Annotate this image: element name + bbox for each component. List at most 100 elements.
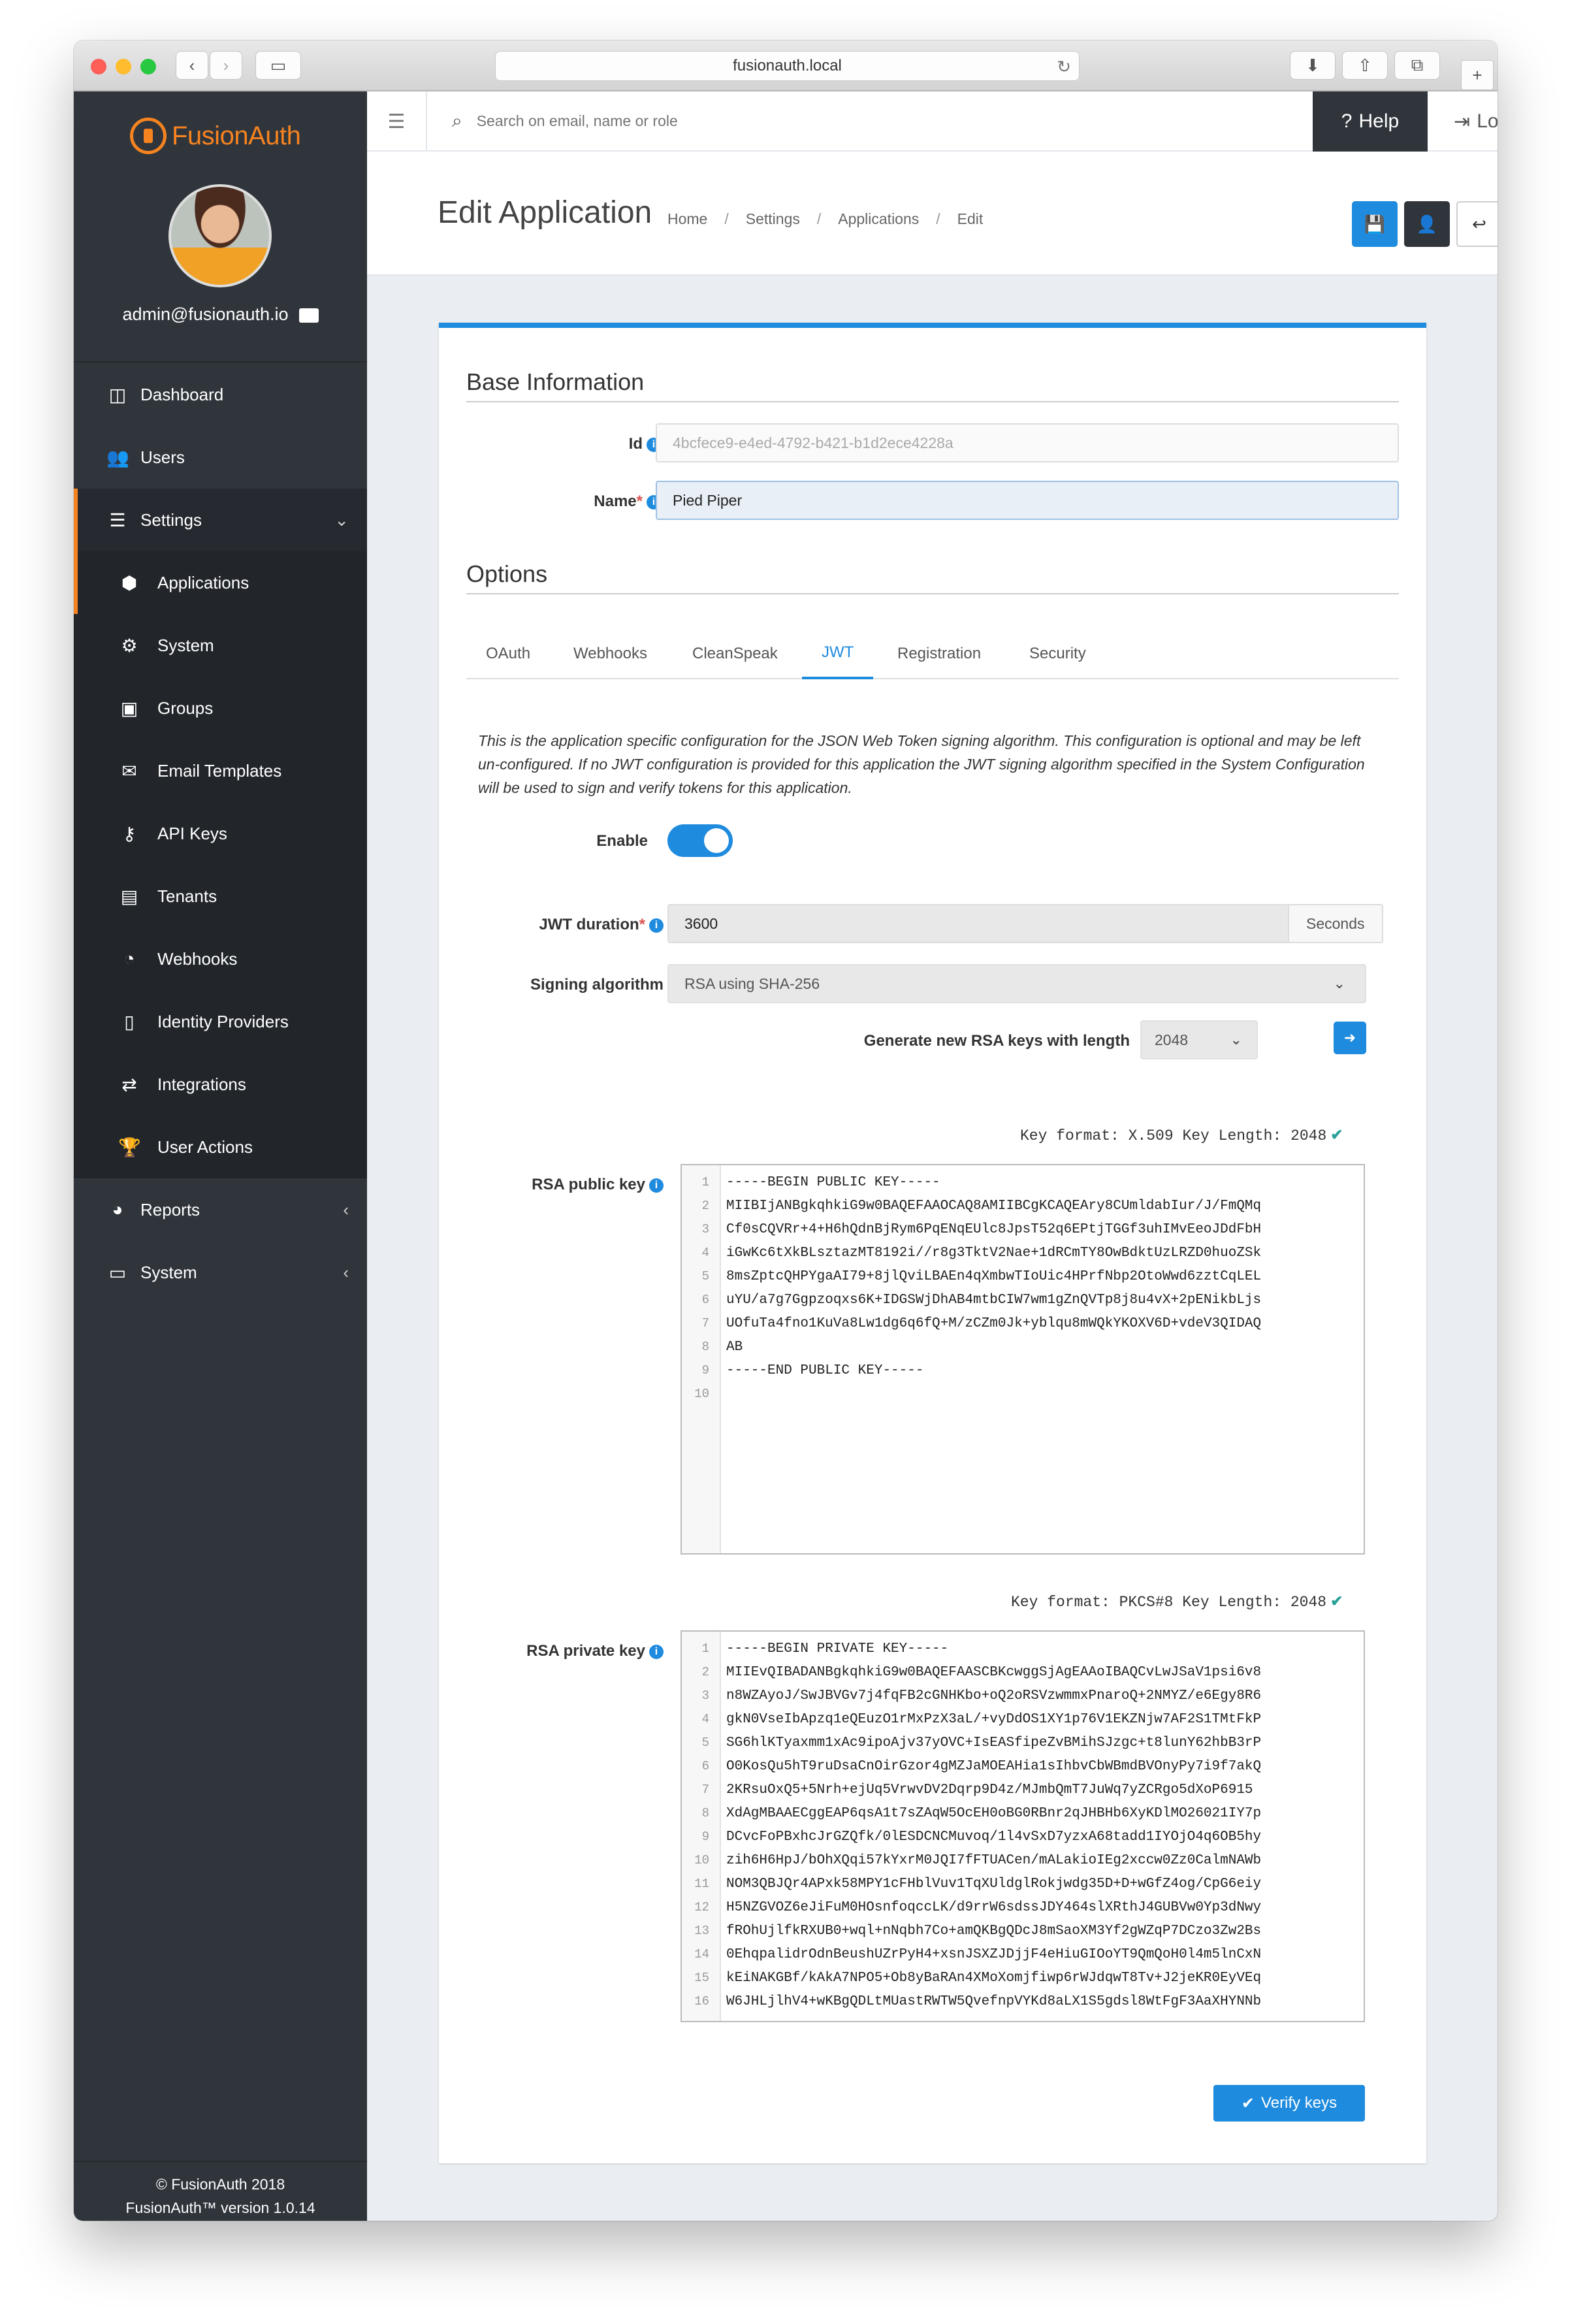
sidebar-item-label: User Actions bbox=[157, 1137, 253, 1157]
reload-icon[interactable]: ↻ bbox=[1057, 57, 1071, 77]
fusionauth-logo-icon bbox=[130, 118, 167, 154]
info-icon[interactable]: i bbox=[649, 918, 664, 933]
sidebar-item-settings[interactable]: ☰ Settings ⌄ bbox=[74, 489, 367, 551]
share-icon: ⇧ bbox=[1358, 55, 1372, 75]
forward-button[interactable]: › bbox=[210, 51, 242, 80]
generate-keys-label: Generate new RSA keys with length bbox=[863, 1032, 1130, 1050]
public-key-editor[interactable]: 1 -----BEGIN PUBLIC KEY----- 2 MIIBIjANBgkq… bbox=[681, 1164, 1365, 1555]
name-label: Name* i bbox=[530, 492, 661, 511]
signing-algorithm-select[interactable]: RSA using SHA-256 ⌄ bbox=[667, 964, 1366, 1003]
code-line: 5 SG6hlKTyaxmm1xAc9ipoAjv37yOVC+IsEASfipe… bbox=[682, 1731, 1364, 1754]
minimize-window-button[interactable] bbox=[116, 59, 131, 74]
sidebar-item-label: Email Templates bbox=[157, 760, 282, 781]
question-circle-icon: ? bbox=[1341, 110, 1353, 132]
name-field[interactable] bbox=[656, 481, 1399, 520]
info-icon[interactable]: i bbox=[649, 1644, 664, 1659]
downloads-button[interactable]: ⬇ bbox=[1290, 51, 1336, 80]
save-icon: 💾 bbox=[1364, 214, 1386, 234]
code-line: 9 -----END PUBLIC KEY----- bbox=[682, 1359, 1364, 1382]
code-line: 4 iGwKc6tXkBLsztazMT8192i//r8g3TktV2Nae+1… bbox=[682, 1241, 1364, 1265]
sidebar-item-tenants[interactable]: ▤ Tenants bbox=[74, 865, 367, 928]
sidebar-item-reports[interactable]: ◕ Reports ‹ bbox=[74, 1178, 367, 1241]
page-title: Edit Application bbox=[438, 195, 652, 230]
code-line: 7 2KRsuOxQ5+5Nrh+ejUq5VrwvDV2Dqrp9D4z/MJm… bbox=[682, 1778, 1364, 1801]
jwt-duration-input[interactable] bbox=[667, 904, 1289, 943]
tab-webhooks[interactable]: Webhooks bbox=[573, 628, 647, 679]
arrow-circle-right-icon: ➜ bbox=[1343, 1029, 1356, 1046]
code-line: 3 Cf0sCQVRr+4+H6hQdnBjRym6PqENqEUlc8JpsT5… bbox=[682, 1218, 1364, 1241]
id-card-icon[interactable] bbox=[298, 308, 319, 323]
base-information-title: Base Information bbox=[466, 368, 645, 395]
enable-toggle[interactable] bbox=[667, 824, 733, 857]
options-title: Options bbox=[466, 560, 548, 587]
save-button[interactable]: 💾 bbox=[1352, 201, 1398, 247]
sidebar-item-applications[interactable]: ⬢ Applications bbox=[74, 551, 367, 614]
close-window-button[interactable] bbox=[91, 59, 106, 74]
line-number: 10 bbox=[694, 1853, 709, 1867]
tab-registration[interactable]: Registration bbox=[897, 628, 981, 679]
edit-application-card: Base Information Idi Name*i Options OAut… bbox=[439, 323, 1426, 2163]
sidebar-item-label: Tenants bbox=[157, 886, 217, 906]
chevron-right-icon: › bbox=[223, 55, 229, 75]
sidebar-item-users[interactable]: 👥 Users bbox=[74, 426, 367, 489]
user-button[interactable]: 👤 bbox=[1404, 201, 1450, 247]
plus-icon: + bbox=[1472, 65, 1482, 85]
private-key-format-text: Key format: PKCS#8 Key Length: 2048 bbox=[1011, 1594, 1327, 1611]
tabs-overview-button[interactable]: ⧉ bbox=[1394, 51, 1440, 80]
code-line: 14 0EhqpalidrOdnBeushUZrPyH4+xsnJSXZJDjjF… bbox=[682, 1943, 1364, 1966]
sidebar-item-api-keys[interactable]: ⚷ API Keys bbox=[74, 802, 367, 865]
code-text: iGwKc6tXkBLsztazMT8192i//r8g3TktV2Nae+1d… bbox=[726, 1246, 1262, 1261]
tab-oauth[interactable]: OAuth bbox=[486, 628, 530, 679]
private-key-editor[interactable]: 1 -----BEGIN PRIVATE KEY----- 2 MIIEvQIBADA… bbox=[681, 1630, 1365, 2022]
code-line: 6 uYU/a7g7Ggpzoqxs6K+IDGSWjDhAB4mtbCIW7wm… bbox=[682, 1288, 1364, 1312]
help-button[interactable]: ? Help bbox=[1313, 91, 1428, 152]
sidebar-item-integrations[interactable]: ⇄ Integrations bbox=[74, 1053, 367, 1116]
sidebar-item-groups[interactable]: ▣ Groups bbox=[74, 677, 367, 739]
code-text: 0EhqpalidrOdnBeushUZrPyH4+xsnJSXZJDjjF4e… bbox=[726, 1947, 1262, 1962]
breadcrumb-applications[interactable]: Applications bbox=[838, 210, 919, 228]
breadcrumb-home[interactable]: Home bbox=[667, 210, 707, 228]
back-button[interactable]: ‹ bbox=[176, 51, 208, 80]
check-icon: ✔ bbox=[1330, 1126, 1343, 1143]
new-tab-button[interactable]: + bbox=[1461, 60, 1494, 90]
generate-keys-button[interactable]: ➜ bbox=[1334, 1022, 1366, 1054]
key-length-select[interactable]: 2048 ⌄ bbox=[1140, 1020, 1258, 1059]
sidebar-item-dashboard[interactable]: ◫ Dashboard bbox=[74, 363, 367, 426]
verify-keys-button[interactable]: ✔ Verify keys bbox=[1213, 2085, 1365, 2122]
logout-button[interactable]: ⇥ Logout bbox=[1428, 91, 1498, 152]
sidebar-toggle-button[interactable]: ▭ bbox=[255, 51, 301, 80]
code-line: 10 zih6H6HpJ/bOhXQqi57kYxrM0JQI7fFTUACen/… bbox=[682, 1848, 1364, 1872]
code-text: -----BEGIN PUBLIC KEY----- bbox=[726, 1175, 940, 1190]
public-key-label-text: RSA public key bbox=[532, 1176, 645, 1193]
back-button[interactable]: ↩ bbox=[1456, 201, 1498, 247]
line-number: 11 bbox=[694, 1877, 709, 1891]
sidebar-item-system[interactable]: ▭ System ‹ bbox=[74, 1241, 367, 1304]
sidebar-item-user-actions[interactable]: 🏆 User Actions bbox=[74, 1116, 367, 1178]
tab-jwt[interactable]: JWT bbox=[802, 628, 874, 679]
sidebar-item-system-settings[interactable]: ⚙ System bbox=[74, 614, 367, 677]
id-field[interactable] bbox=[656, 423, 1399, 462]
menu-toggle-button[interactable]: ☰ bbox=[367, 91, 427, 152]
main-content: ☰ ⌕ ?Help ⇥ Logout Edit Application Home /… bbox=[367, 91, 1498, 2221]
tab-cleanspeak[interactable]: CleanSpeak bbox=[692, 628, 778, 679]
gear-icon: ⚙ bbox=[121, 635, 138, 656]
sidebar-item-webhooks[interactable]: ◔ Webhooks bbox=[74, 928, 367, 990]
share-button[interactable]: ⇧ bbox=[1342, 51, 1388, 80]
line-number: 7 bbox=[701, 1316, 709, 1331]
code-line: 12 H5NZGVOZ6eJiFuM0HOsnfoqccLK/d9rrW6sdss… bbox=[682, 1896, 1364, 1919]
address-bar[interactable]: fusionauth.local ↻ bbox=[495, 51, 1080, 81]
sidebar-item-identity-providers[interactable]: ▯ Identity Providers bbox=[74, 990, 367, 1053]
zoom-window-button[interactable] bbox=[140, 59, 156, 74]
avatar[interactable] bbox=[168, 184, 272, 287]
info-icon[interactable]: i bbox=[649, 1178, 664, 1193]
sidebar-item-email-templates[interactable]: ✉ Email Templates bbox=[74, 739, 367, 802]
tabs-icon: ⧉ bbox=[1411, 55, 1424, 74]
breadcrumb-settings[interactable]: Settings bbox=[746, 210, 800, 228]
search-input[interactable] bbox=[476, 112, 999, 130]
public-key-format: Key format: X.509 Key Length: 2048 ✔ bbox=[1020, 1126, 1343, 1144]
fusionauth-logo[interactable]: FusionAuth bbox=[130, 116, 301, 155]
code-text: MIIEvQIBADANBgkqhkiG9w0BAQEFAASCBKcwggSj… bbox=[726, 1665, 1262, 1680]
exchange-icon: ⇄ bbox=[121, 1074, 137, 1095]
tab-security[interactable]: Security bbox=[1029, 628, 1086, 679]
